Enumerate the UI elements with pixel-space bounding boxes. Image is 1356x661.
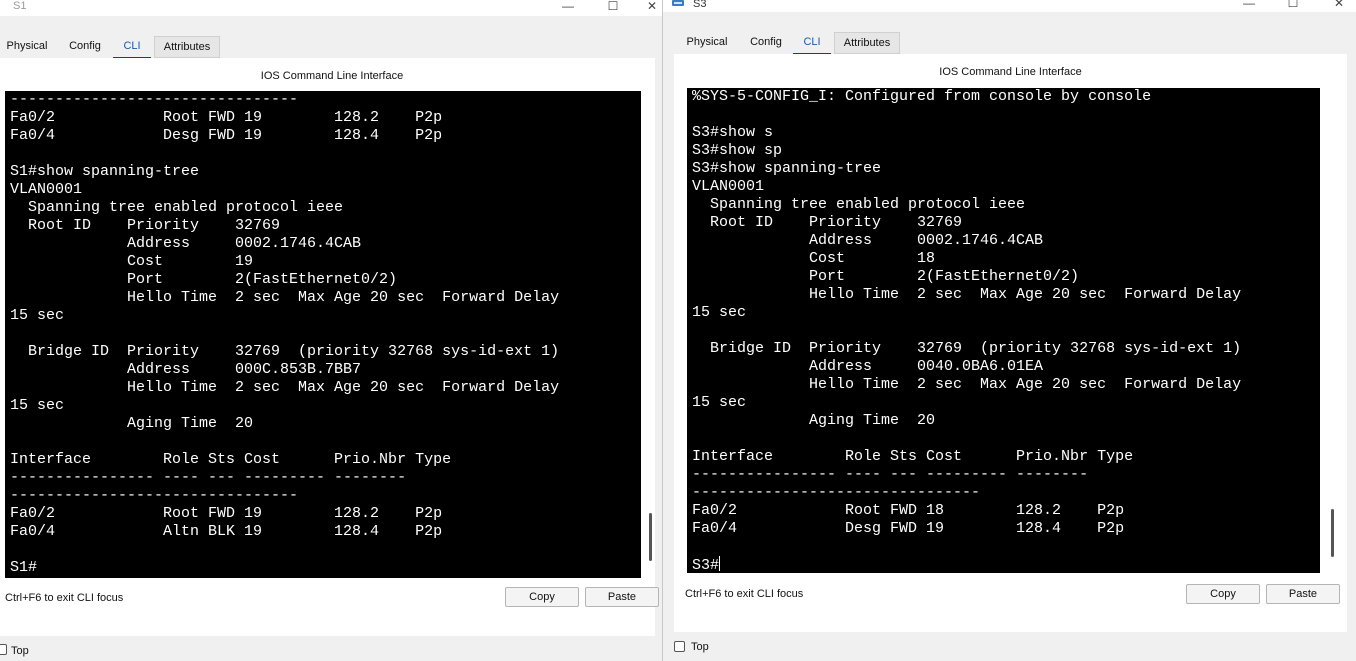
s3-window: S3 — ☐ ✕ Physical Config CLI Attributes … [662, 0, 1356, 661]
close-button[interactable]: ✕ [643, 0, 661, 14]
terminal-line: -------------------------------- [692, 484, 981, 501]
s3-titlebar: S3 — ☐ ✕ [663, 0, 1356, 12]
tab-attributes[interactable]: Attributes [834, 32, 900, 54]
terminal-line: S3#show sp [692, 142, 783, 159]
terminal-line: Interface Role Sts Cost Prio.Nbr Type [10, 451, 452, 468]
terminal-line: S3# [692, 556, 721, 573]
top-checkbox[interactable] [0, 644, 7, 655]
terminal-line: Hello Time 2 sec Max Age 20 sec Forward … [692, 376, 1242, 393]
terminal-line: Root ID Priority 32769 [10, 217, 281, 234]
maximize-button[interactable]: ☐ [1278, 0, 1308, 11]
paste-button[interactable]: Paste [1266, 584, 1340, 604]
terminal-line: Address 000C.853B.7BB7 [10, 361, 362, 378]
cli-focus-hint: Ctrl+F6 to exit CLI focus [685, 588, 804, 600]
terminal-line: Hello Time 2 sec Max Age 20 sec Forward … [692, 286, 1242, 303]
terminal-line: S3#show s [692, 124, 774, 141]
terminal-line: Address 0002.1746.4CAB [692, 232, 1044, 249]
terminal-line: Port 2(FastEthernet0/2) [692, 268, 1080, 285]
terminal-line: Hello Time 2 sec Max Age 20 sec Forward … [10, 379, 560, 396]
cli-title: IOS Command Line Interface [939, 66, 1082, 78]
tab-attributes[interactable]: Attributes [154, 36, 220, 58]
terminal-line: Fa0/4 Altn BLK 19 128.4 P2p [10, 523, 443, 540]
tab-config[interactable]: Config [66, 36, 104, 58]
terminal-line: S3#show spanning-tree [692, 160, 882, 177]
terminal-line: S1# [10, 559, 38, 576]
s1-window: S1 — ☐ ✕ Physical Config CLI Attributes … [0, 0, 662, 661]
terminal-line: Spanning tree enabled protocol ieee [692, 196, 1026, 213]
paste-button[interactable]: Paste [585, 587, 659, 607]
terminal-line: 15 sec [692, 394, 747, 411]
terminal-line: Address 0002.1746.4CAB [10, 235, 362, 252]
s3-cli-panel: IOS Command Line Interface %SYS-5-CONFIG… [674, 54, 1347, 632]
s1-cli-panel: IOS Command Line Interface -------------… [0, 58, 659, 636]
s1-terminal-scrollbar[interactable] [649, 513, 652, 561]
terminal-line: Interface Role Sts Cost Prio.Nbr Type [692, 448, 1134, 465]
tab-cli[interactable]: CLI [793, 32, 831, 56]
terminal-line: Bridge ID Priority 32769 (priority 32768… [692, 340, 1242, 357]
tab-physical[interactable]: Physical [5, 36, 49, 58]
terminal-line: Fa0/2 Root FWD 19 128.2 P2p [10, 505, 443, 522]
terminal-line: 15 sec [10, 397, 65, 414]
terminal-line: Cost 18 [692, 250, 936, 267]
terminal-line: 15 sec [10, 307, 65, 324]
tab-physical[interactable]: Physical [685, 32, 729, 54]
s3-bottom-bar: Top [663, 636, 1356, 661]
s3-terminal-scrollbar[interactable] [1331, 509, 1334, 557]
s1-titlebar: S1 — ☐ ✕ [0, 0, 662, 16]
s3-terminal[interactable]: %SYS-5-CONFIG_I: Configured from console… [687, 88, 1320, 573]
terminal-line: Fa0/4 Desg FWD 19 128.4 P2p [692, 520, 1125, 537]
s3-window-title: S3 [693, 0, 707, 10]
terminal-line: Fa0/4 Desg FWD 19 128.4 P2p [10, 127, 443, 144]
s1-bottom-bar: Top [0, 636, 662, 661]
terminal-line: Address 0040.0BA6.01EA [692, 358, 1044, 375]
cli-focus-hint: Ctrl+F6 to exit CLI focus [5, 592, 124, 604]
terminal-line: Cost 19 [10, 253, 254, 270]
terminal-line: -------------------------------- [10, 91, 299, 108]
top-label: Top [11, 645, 29, 657]
terminal-line: Fa0/2 Root FWD 18 128.2 P2p [692, 502, 1125, 519]
tab-cli[interactable]: CLI [113, 36, 151, 60]
cli-title: IOS Command Line Interface [260, 70, 404, 82]
maximize-button[interactable]: ☐ [598, 0, 628, 14]
terminal-line: ---------------- ---- --- --------- ----… [692, 466, 1089, 483]
copy-button[interactable]: Copy [1186, 584, 1260, 604]
terminal-line: Hello Time 2 sec Max Age 20 sec Forward … [10, 289, 560, 306]
terminal-line: -------------------------------- [10, 487, 299, 504]
terminal-line: Spanning tree enabled protocol ieee [10, 199, 344, 216]
terminal-line: VLAN0001 [10, 181, 83, 198]
terminal-line: 15 sec [692, 304, 747, 321]
tab-config[interactable]: Config [747, 32, 785, 54]
terminal-line: Aging Time 20 [692, 412, 936, 429]
terminal-line: %SYS-5-CONFIG_I: Configured from console… [692, 88, 1152, 105]
text-cursor [719, 556, 721, 571]
terminal-line: Port 2(FastEthernet0/2) [10, 271, 398, 288]
minimize-button[interactable]: — [553, 0, 583, 14]
s3-tab-bar: Physical Config CLI Attributes [663, 32, 1356, 56]
s1-terminal[interactable]: -------------------------------- Fa0/2 Ro… [5, 91, 641, 578]
terminal-line: Aging Time 20 [10, 415, 254, 432]
s1-tab-bar: Physical Config CLI Attributes [0, 36, 662, 60]
close-button[interactable]: ✕ [1324, 0, 1354, 11]
terminal-line: ---------------- ---- --- --------- ----… [10, 469, 407, 486]
terminal-line: S1#show spanning-tree [10, 163, 200, 180]
terminal-line: Root ID Priority 32769 [692, 214, 963, 231]
s1-window-title: S1 [13, 0, 27, 12]
top-checkbox[interactable] [674, 641, 685, 652]
terminal-line: Fa0/2 Root FWD 19 128.2 P2p [10, 109, 443, 126]
top-label: Top [691, 641, 709, 653]
terminal-line: Bridge ID Priority 32769 (priority 32768… [10, 343, 560, 360]
terminal-line: VLAN0001 [692, 178, 765, 195]
copy-button[interactable]: Copy [505, 587, 579, 607]
app-icon [672, 0, 684, 6]
minimize-button[interactable]: — [1234, 0, 1264, 11]
